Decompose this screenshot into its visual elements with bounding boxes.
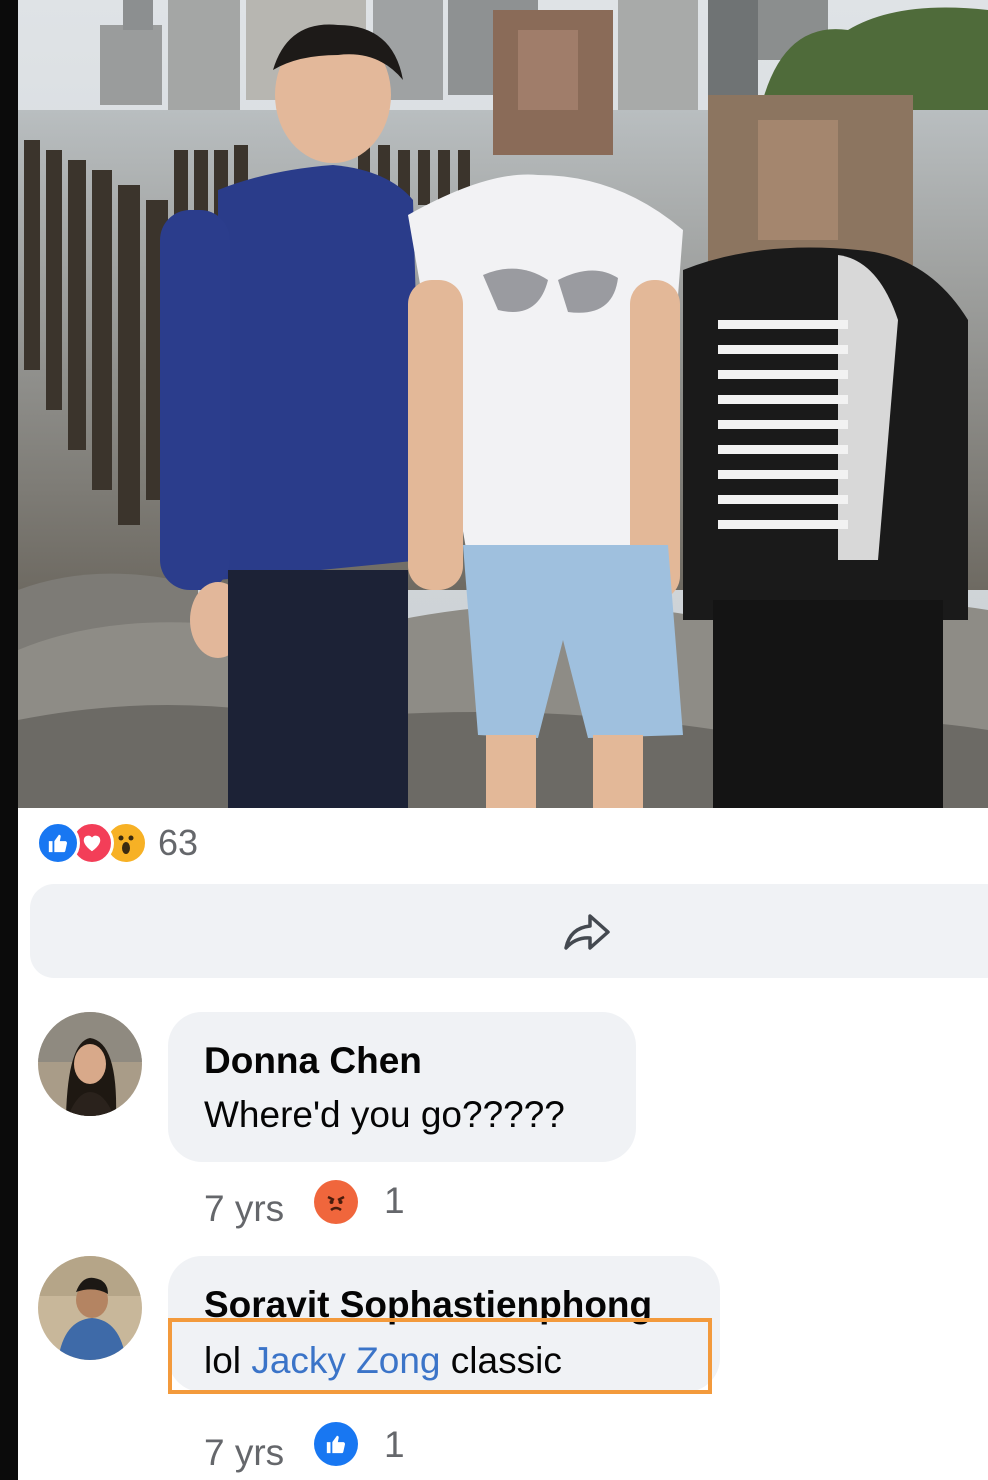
reaction-summary[interactable]: 63 [36,818,198,868]
angry-icon [314,1180,358,1224]
comment-time[interactable]: 7 yrs [204,1188,284,1230]
like-icon [36,821,80,865]
left-edge-strip [0,0,18,1480]
comment-reaction-count: 1 [384,1180,405,1221]
share-icon [564,914,610,950]
reaction-count: 63 [158,822,199,863]
highlight-box [168,1318,712,1394]
comment-time[interactable]: 7 yrs [204,1432,284,1474]
like-icon [314,1422,358,1466]
avatar[interactable] [38,1012,142,1116]
comment-text: Where'd you go????? [204,1094,565,1135]
comment-author[interactable]: Donna Chen [204,1040,422,1082]
share-button[interactable] [560,910,612,954]
comment-bubble [168,1012,636,1162]
avatar[interactable] [38,1256,142,1360]
post-photo[interactable] [18,0,988,808]
comment-reaction-count: 1 [384,1424,405,1465]
post-action-bar [30,884,988,978]
